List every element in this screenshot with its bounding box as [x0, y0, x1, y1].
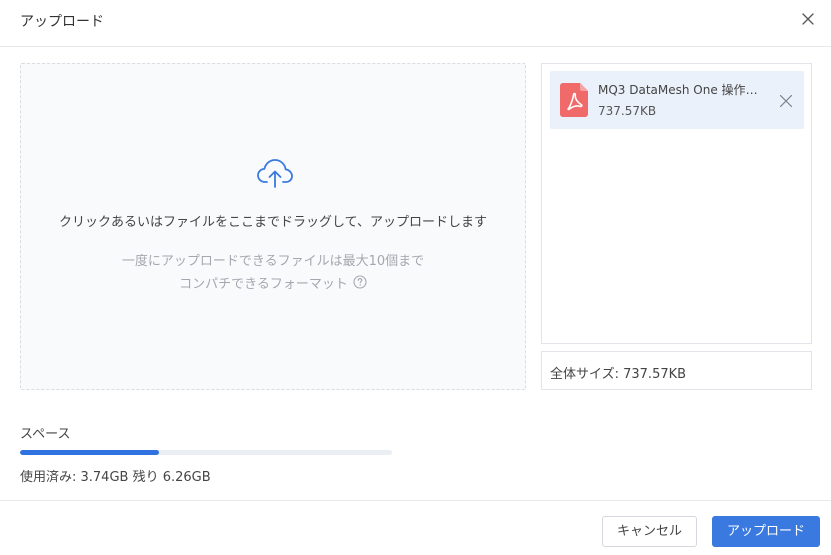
- selected-file-list: MQ3 DataMesh One 操作ガイド 737.57KB: [541, 63, 812, 344]
- pdf-file-icon: [560, 83, 588, 117]
- space-label: スペース: [20, 427, 71, 442]
- close-dialog-button[interactable]: [797, 8, 819, 30]
- file-name: MQ3 DataMesh One 操作ガイド: [598, 83, 768, 97]
- dropzone-format-text: コンパチできるフォーマット: [179, 277, 348, 292]
- storage-progress-bar: [20, 450, 392, 455]
- cancel-button[interactable]: キャンセル: [602, 516, 697, 547]
- remove-file-button[interactable]: [779, 93, 793, 108]
- total-size-text: 全体サイズ: 737.57KB: [550, 367, 687, 382]
- file-dropzone[interactable]: クリックあるいはファイルをここまでドラッグして、アップロードします 一度にアップ…: [20, 63, 526, 390]
- upload-button[interactable]: アップロード: [712, 516, 820, 547]
- dialog-title: アップロード: [20, 14, 104, 30]
- storage-progress-fill: [20, 450, 160, 455]
- question-circle-icon: [353, 274, 367, 289]
- dropzone-instruction: クリックあるいはファイルをここまでドラッグして、アップロードします: [59, 215, 487, 230]
- file-list-item: MQ3 DataMesh One 操作ガイド 737.57KB: [550, 71, 804, 129]
- close-icon: [779, 94, 793, 108]
- dialog-footer: キャンセル アップロード: [0, 500, 831, 555]
- dropzone-format-line: コンパチできるフォーマット: [21, 273, 525, 294]
- file-size: 737.57KB: [598, 104, 657, 118]
- format-help-button[interactable]: [353, 274, 367, 293]
- dropzone-limit-text: 一度にアップロードできるファイルは最大10個まで: [121, 254, 425, 269]
- storage-usage-text: 使用済み: 3.74GB 残り 6.26GB: [20, 470, 211, 485]
- close-icon: [802, 13, 814, 25]
- upload-dialog: アップロード クリックあるいはファイルをここまでドラッグして、アップロードします…: [0, 0, 831, 555]
- dialog-header: アップロード: [0, 0, 831, 47]
- total-size-box: 全体サイズ: 737.57KB: [541, 351, 812, 390]
- cloud-upload-icon: [257, 159, 293, 188]
